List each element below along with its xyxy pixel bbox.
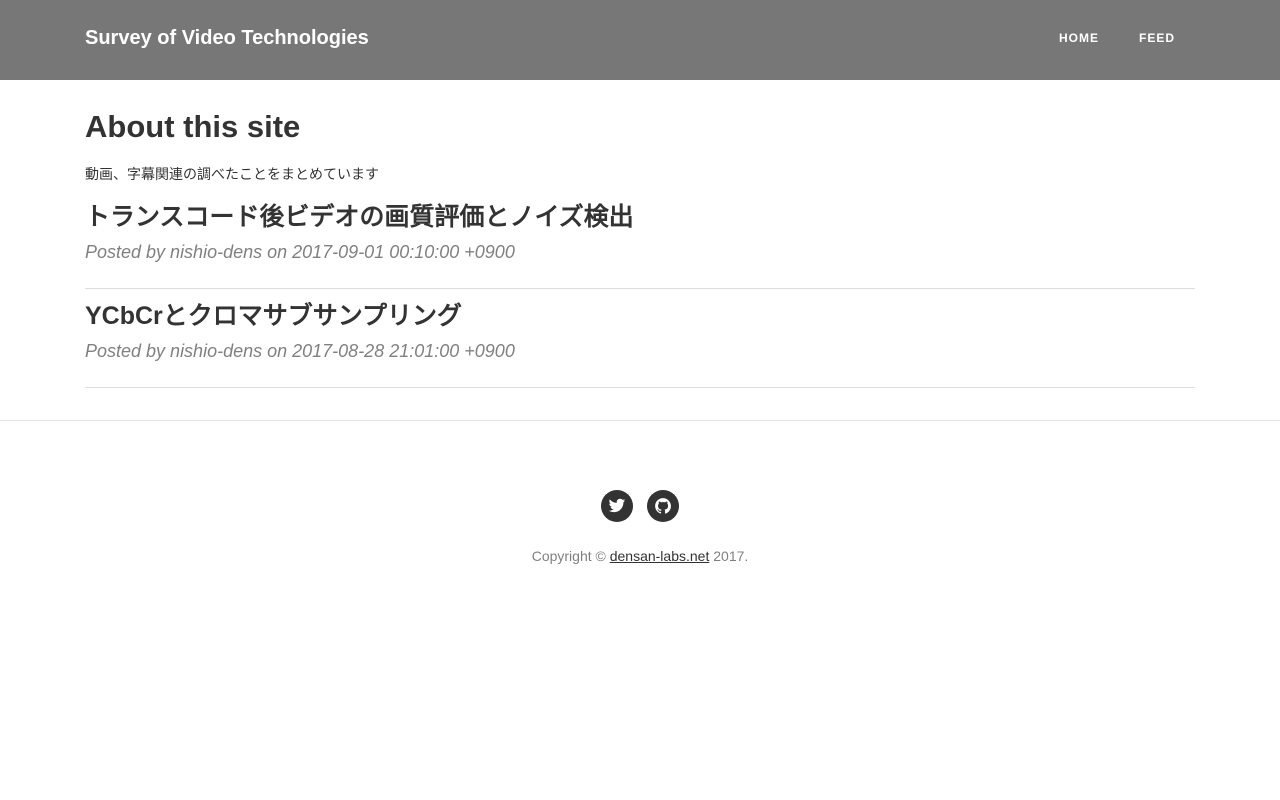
copyright-year: 2017.: [713, 548, 749, 564]
nav-feed-link[interactable]: FEED: [1119, 31, 1195, 45]
post-title-link[interactable]: YCbCrとクロマサブサンプリング: [85, 301, 1195, 331]
post-meta: Posted by nishio-dens on 2017-09-01 00:1…: [85, 242, 515, 262]
social-links: [0, 490, 1280, 522]
post-title-link[interactable]: トランスコード後ビデオの画質評価とノイズ検出: [85, 202, 1195, 232]
post-meta: Posted by nishio-dens on 2017-08-28 21:0…: [85, 341, 515, 361]
github-icon: [655, 498, 671, 514]
site-intro-text: 動画、字幕関連の調べたことをまとめています: [85, 166, 379, 182]
twitter-link[interactable]: [601, 490, 633, 522]
site-brand-link[interactable]: Survey of Video Technologies: [85, 26, 369, 50]
github-link[interactable]: [647, 490, 679, 522]
navbar: Survey of Video Technologies HOME FEED: [0, 0, 1280, 80]
copyright-text: Copyright © densan-labs.net 2017.: [0, 548, 1280, 564]
footer: Copyright © densan-labs.net 2017.: [0, 420, 1280, 621]
nav-home-link[interactable]: HOME: [1039, 31, 1119, 45]
page-title: About this site: [85, 109, 301, 144]
twitter-icon: [608, 498, 626, 513]
post-preview: YCbCrとクロマサブサンプリング Posted by nishio-dens …: [85, 301, 1195, 388]
copyright-site-link[interactable]: densan-labs.net: [610, 548, 710, 564]
post-preview: トランスコード後ビデオの画質評価とノイズ検出 Posted by nishio-…: [85, 202, 1195, 289]
nav-links: HOME FEED: [1039, 31, 1195, 45]
copyright-prefix: Copyright ©: [531, 548, 606, 564]
